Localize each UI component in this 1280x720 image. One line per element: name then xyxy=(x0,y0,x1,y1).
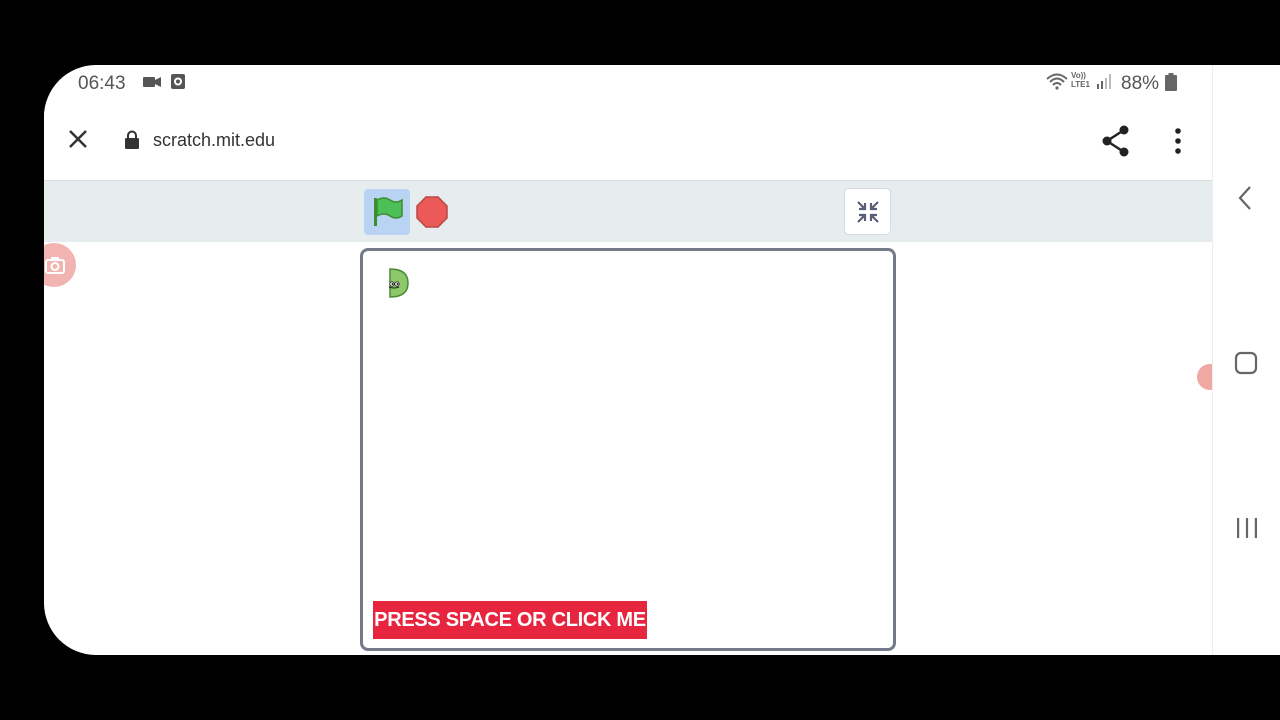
unfullscreen-icon xyxy=(855,199,881,230)
close-icon[interactable] xyxy=(68,129,88,154)
nav-recents-icon[interactable] xyxy=(1235,517,1259,544)
green-flag-button[interactable] xyxy=(364,189,410,235)
url-text[interactable]: scratch.mit.edu xyxy=(153,130,275,151)
screenshot-button[interactable] xyxy=(44,243,76,287)
network-type-label: Vo)) LTE1 xyxy=(1071,71,1090,89)
phone-screen: 06:43 Vo)) LTE1 88% scratch.mit.edu PRES… xyxy=(44,65,1280,655)
stop-sign-icon xyxy=(416,196,448,228)
scratch-controls-bar xyxy=(44,181,1212,242)
android-nav-bar xyxy=(1212,65,1280,655)
more-vert-icon[interactable] xyxy=(1174,128,1182,159)
nav-home-icon[interactable] xyxy=(1234,351,1258,380)
signal-icon xyxy=(1097,73,1115,94)
press-space-banner[interactable]: PRESS SPACE OR CLICK ME xyxy=(373,601,647,639)
green-flag-icon xyxy=(372,196,404,233)
sprite-character[interactable] xyxy=(384,267,412,304)
camera-icon xyxy=(45,256,65,279)
status-time: 06:43 xyxy=(78,73,126,94)
battery-icon xyxy=(1165,73,1177,96)
nav-back-icon[interactable] xyxy=(1237,185,1253,216)
wifi-icon xyxy=(1045,71,1069,96)
status-bar: 06:43 Vo)) LTE1 88% xyxy=(44,65,1212,101)
screen-record-icon xyxy=(171,74,187,95)
unfullscreen-button[interactable] xyxy=(844,188,891,235)
browser-toolbar: scratch.mit.edu xyxy=(44,101,1212,181)
stop-button[interactable] xyxy=(416,196,448,228)
lock-icon xyxy=(124,130,140,155)
battery-percent: 88% xyxy=(1121,73,1160,94)
scratch-stage[interactable]: PRESS SPACE OR CLICK ME xyxy=(360,248,896,651)
video-camera-icon xyxy=(143,74,161,95)
share-icon[interactable] xyxy=(1101,125,1131,162)
